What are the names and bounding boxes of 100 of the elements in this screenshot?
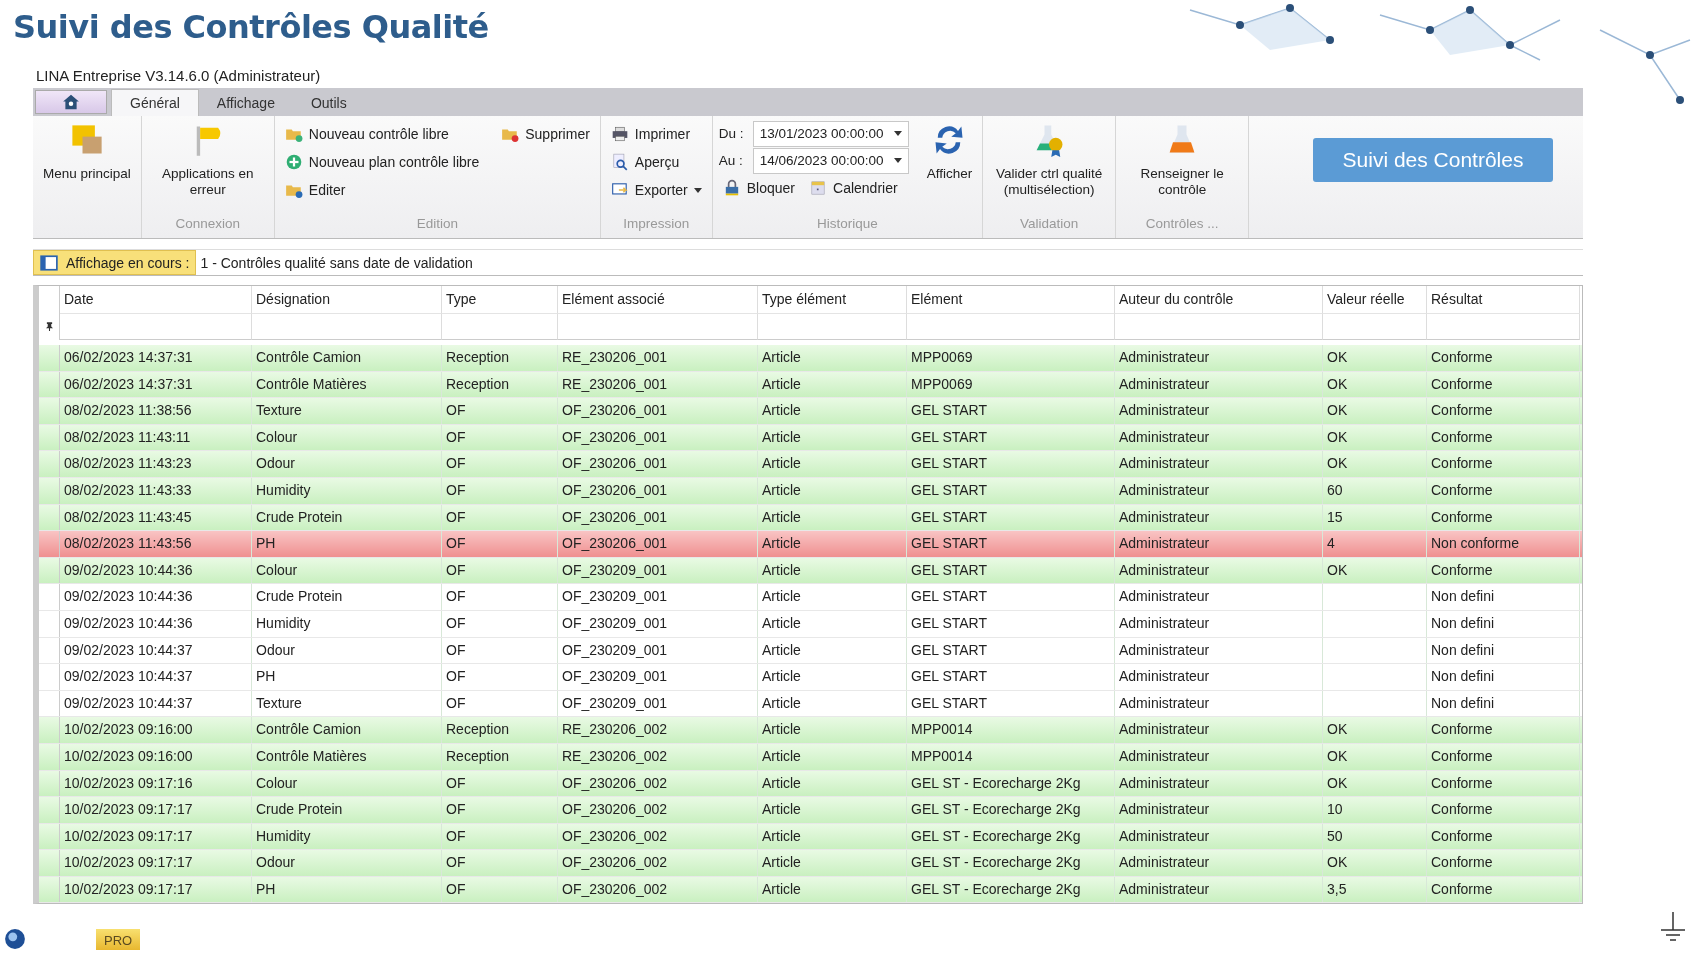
ribbon-button[interactable]: Menu principal [39,120,135,185]
table-row[interactable]: 10/02/2023 09:16:00 Contrôle Camion Reception RE_230206_002 Article MPP0014 Administrateur OK Conforme [39,717,1582,744]
table-cell: OF [442,584,558,610]
date-field[interactable]: 13/01/2023 00:00:00 [752,120,909,147]
table-row[interactable]: 09/02/2023 10:44:36 Humidity OF OF_230209_001 Article GEL START Administrateur Non defini [39,610,1582,638]
column-header[interactable]: Elément associé [558,286,758,313]
table-row[interactable]: 09/02/2023 10:44:37 Odour OF OF_230209_001 Article GEL START Administrateur Non defini [39,637,1582,665]
table-cell: OF [442,637,558,664]
table-cell: OF_230206_001 [558,504,758,531]
filter-field[interactable] [758,313,907,340]
ribbon-button[interactable]: Nouveau plan contrôle libre [280,148,484,176]
ribbon-button[interactable]: Nouveau contrôle libre [280,120,484,148]
ribbon-button[interactable]: Editer [280,176,484,204]
filter-field[interactable] [442,313,558,340]
table-row[interactable]: 10/02/2023 09:17:16 Colour OF OF_230206_002 Article GEL ST - Ecorecharge 2Kg Administrateur OK Conforme [39,770,1582,798]
table-cell: Administrateur [1115,345,1323,371]
table-row[interactable]: 06/02/2023 14:37:31 Contrôle Matières Reception RE_230206_001 Article MPP0069 Administrateur OK Conforme [39,371,1582,399]
table-cell: Reception [442,717,558,743]
table-cell: GEL START [907,584,1115,610]
table-row[interactable]: 09/02/2023 10:44:37 Texture OF OF_230209_001 Article GEL START Administrateur Non defini [39,690,1582,718]
ribbon-button[interactable]: Aperçu [606,148,706,176]
column-header[interactable]: Valeur réelle [1323,286,1427,313]
table-row[interactable]: 10/02/2023 09:17:17 Humidity OF OF_230206_002 Article GEL ST - Ecorecharge 2Kg Administrateur 50 Conforme [39,823,1582,851]
table-cell: OF_230206_002 [558,823,758,850]
ribbon-button[interactable]: Valider ctrl qualité (multisélection) [989,120,1110,201]
home-icon [62,93,80,111]
table-row[interactable]: 08/02/2023 11:43:56 PH OF OF_230206_001 Article GEL START Administrateur 4 Non conforme [39,531,1582,558]
ribbon-button[interactable]: Renseigner le contrôle [1122,120,1243,201]
ribbon-tab[interactable]: Outils [292,90,365,116]
table-cell: OF [442,664,558,690]
column-header[interactable]: Auteur du contrôle [1115,286,1323,313]
table-cell: 50 [1323,823,1427,850]
table-cell: OF [442,398,558,424]
table-cell: Conforme [1427,451,1580,477]
column-header[interactable]: Date [60,286,252,313]
filter-field[interactable] [252,313,442,340]
ribbon-button[interactable]: Supprimer [497,120,594,148]
table-cell: GEL START [907,451,1115,477]
table-cell: OK [1323,743,1427,770]
table-cell: Non defini [1427,584,1580,610]
column-header[interactable]: Elément [907,286,1115,313]
table-cell: 3,5 [1323,876,1427,903]
filter-field[interactable] [1323,313,1427,340]
table-cell: GEL ST - Ecorecharge 2Kg [907,797,1115,823]
table-cell: OF_230206_001 [558,451,758,477]
table-row[interactable]: 08/02/2023 11:38:56 Texture OF OF_230206_001 Article GEL START Administrateur OK Conforme [39,398,1582,425]
pin-icon [45,322,53,331]
table-row[interactable]: 08/02/2023 11:43:45 Crude Protein OF OF_230206_001 Article GEL START Administrateur 15 Conforme [39,504,1582,532]
table-cell: Conforme [1427,398,1580,424]
table-row[interactable]: 10/02/2023 09:16:00 Contrôle Matières Reception RE_230206_002 Article MPP0014 Administrateur OK Conforme [39,743,1582,771]
table-cell: MPP0069 [907,345,1115,371]
date-field[interactable]: 14/06/2023 00:00:00 [752,147,909,174]
table-cell: 08/02/2023 11:43:56 [60,531,252,557]
table-cell: Administrateur [1115,610,1323,637]
ribbon-menu-button[interactable]: Exporter [606,176,706,204]
table-cell: OF_230209_001 [558,584,758,610]
filter-field[interactable] [907,313,1115,340]
table-row[interactable]: 06/02/2023 14:37:31 Contrôle Camion Reception RE_230206_001 Article MPP0069 Administrateur OK Conforme [39,345,1582,372]
table-cell: Conforme [1427,371,1580,398]
filter-field[interactable] [1427,313,1580,340]
table-cell: Article [758,477,907,504]
table-row[interactable]: 08/02/2023 11:43:11 Colour OF OF_230206_001 Article GEL START Administrateur OK Conforme [39,424,1582,452]
column-header[interactable]: Type [442,286,558,313]
ribbon-button[interactable]: Applications en erreur [147,120,268,201]
ribbon-tab[interactable]: Général [111,89,199,116]
table-cell: OF_230209_001 [558,664,758,690]
table-cell: GEL ST - Ecorecharge 2Kg [907,770,1115,797]
ribbon-button[interactable]: Bloquer [718,174,800,202]
filter-field[interactable] [1115,313,1323,340]
table-cell: OF_230209_001 [558,690,758,717]
table-row[interactable]: 09/02/2023 10:44:36 Crude Protein OF OF_230209_001 Article GEL START Administrateur Non defini [39,584,1582,611]
table-cell: 10/02/2023 09:16:00 [60,743,252,770]
table-cell: Administrateur [1115,451,1323,477]
table-cell: OF_230209_001 [558,610,758,637]
table-row[interactable]: 10/02/2023 09:17:17 Odour OF OF_230206_002 Article GEL ST - Ecorecharge 2Kg Administrateur OK Conforme [39,850,1582,877]
table-row[interactable]: 09/02/2023 10:44:36 Colour OF OF_230209_001 Article GEL START Administrateur OK Conforme [39,557,1582,585]
column-header[interactable]: Désignation [252,286,442,313]
date-label: Du : [718,126,745,141]
table-row[interactable]: 08/02/2023 11:43:23 Odour OF OF_230206_001 Article GEL START Administrateur OK Conforme [39,451,1582,478]
table-row[interactable]: 10/02/2023 09:17:17 PH OF OF_230206_002 Article GEL ST - Ecorecharge 2Kg Administrateur 3,5 Conforme [39,876,1582,904]
table-cell: RE_230206_001 [558,371,758,398]
table-cell: GEL START [907,504,1115,531]
table-cell: Crude Protein [252,584,442,610]
ribbon-button[interactable]: Calendrier [805,174,902,202]
table-row[interactable]: 10/02/2023 09:17:17 Crude Protein OF OF_230206_002 Article GEL ST - Ecorecharge 2Kg Administrateur 10 Conforme [39,797,1582,824]
table-row[interactable]: 09/02/2023 10:44:37 PH OF OF_230209_001 Article GEL START Administrateur Non defini [39,664,1582,691]
ribbon-tab[interactable]: Affichage [198,90,293,116]
filter-field[interactable] [60,313,252,340]
filter-field[interactable] [558,313,758,340]
home-button[interactable] [35,90,107,114]
table-cell: Administrateur [1115,743,1323,770]
column-header[interactable]: Résultat [1427,286,1580,313]
ribbon-button[interactable]: Afficher [922,120,977,185]
table-cell: Conforme [1427,743,1580,770]
table-row[interactable]: 08/02/2023 11:43:33 Humidity OF OF_230206_001 Article GEL START Administrateur 60 Conforme [39,477,1582,505]
table-cell: OF [442,770,558,797]
ribbon-button[interactable]: Imprimer [606,120,706,148]
table-cell: 06/02/2023 14:37:31 [60,345,252,371]
column-header[interactable]: Type élément [758,286,907,313]
table-cell: Administrateur [1115,504,1323,531]
